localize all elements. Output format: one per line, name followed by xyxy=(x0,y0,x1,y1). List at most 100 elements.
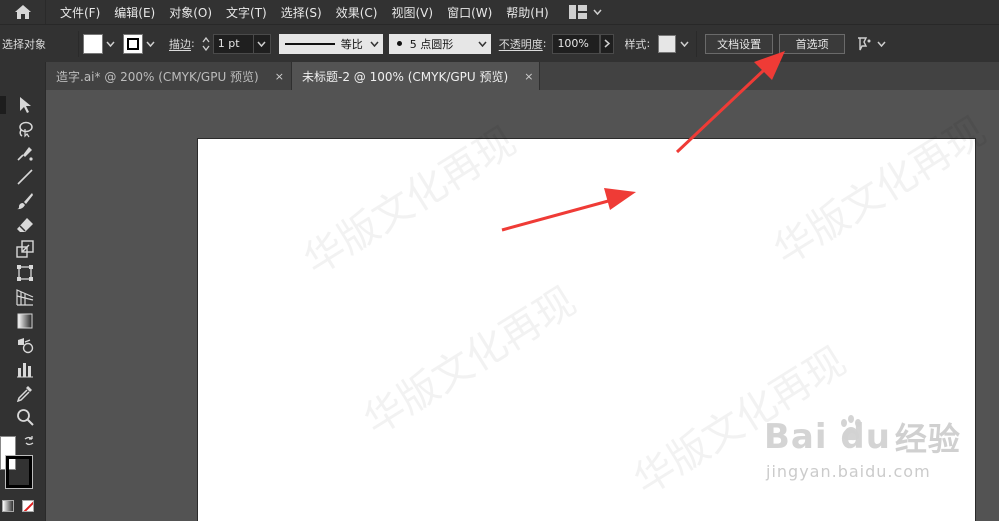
menu-edit[interactable]: 编辑(E) xyxy=(114,4,155,21)
free-transform-icon xyxy=(17,265,33,281)
brush-icon xyxy=(17,193,33,210)
brush-definition[interactable]: 5 点圆形 xyxy=(388,33,475,54)
tools-panel xyxy=(0,62,46,521)
menu-effect[interactable]: 效果(C) xyxy=(336,4,378,21)
menu-type[interactable]: 文字(T) xyxy=(226,4,267,21)
close-icon[interactable]: × xyxy=(275,70,284,83)
chevron-down-icon xyxy=(145,41,155,47)
stroke-dropdown[interactable] xyxy=(143,34,157,54)
opacity-field[interactable]: 100% xyxy=(552,33,601,54)
document-tabs: 造字.ai* @ 200% (CMYK/GPU 预览) × 未标题-2 @ 10… xyxy=(46,62,999,90)
gradient-tool[interactable] xyxy=(16,312,34,330)
faint-watermark-text: 华版文化再现 xyxy=(356,278,585,445)
chevron-down-icon xyxy=(877,41,886,47)
stroke-swatch[interactable] xyxy=(123,33,143,54)
preferences-button[interactable]: 首选项 xyxy=(779,33,846,54)
chevron-down-icon xyxy=(105,41,115,47)
tab-untitled-2[interactable]: 未标题-2 @ 100% (CMYK/GPU 预览) × xyxy=(292,62,540,90)
divider xyxy=(696,30,698,57)
free-transform-tool[interactable] xyxy=(16,264,34,282)
eraser-icon xyxy=(17,218,33,232)
stroke-weight-stepper[interactable] xyxy=(199,34,213,54)
tab-label: 未标题-2 @ 100% (CMYK/GPU 预览) xyxy=(302,69,509,84)
variable-width-profile[interactable]: 等比 xyxy=(278,33,367,54)
profile-dropdown[interactable] xyxy=(366,33,383,54)
stroke-label[interactable]: 描边 xyxy=(169,36,191,52)
tab-label: 造字.ai* @ 200% (CMYK/GPU 预览) xyxy=(56,69,259,84)
fill-dropdown[interactable] xyxy=(103,34,117,54)
eyedropper-icon xyxy=(16,386,32,402)
zoom-tool[interactable] xyxy=(16,408,34,426)
fill-swatch[interactable] xyxy=(83,33,103,54)
arrow-pointer-icon xyxy=(20,97,31,113)
paintbrush-tool[interactable] xyxy=(16,192,34,210)
faint-watermark-text: 华版文化再现 xyxy=(766,108,995,275)
none-swatch-button[interactable] xyxy=(22,500,34,512)
stroke-weight-field[interactable]: 1 pt xyxy=(212,33,253,54)
swap-fill-stroke-button[interactable] xyxy=(23,435,35,447)
faint-watermark-text: 华版文化再现 xyxy=(296,118,525,285)
graphic-style-swatch[interactable] xyxy=(658,34,677,53)
stroke-line-preview xyxy=(284,42,335,45)
stroke-weight-dropdown[interactable] xyxy=(252,33,271,54)
line-icon xyxy=(17,169,33,185)
style-label: 样式 xyxy=(624,37,647,51)
menu-help[interactable]: 帮助(H) xyxy=(506,4,548,21)
profile-label: 等比 xyxy=(340,37,363,51)
colon: : xyxy=(646,37,651,50)
chevron-right-icon xyxy=(604,39,611,48)
chevron-down-icon xyxy=(593,9,602,15)
baidu-logo-text: Bai du xyxy=(764,417,891,457)
baidu-jingyan-watermark: Bai du 经验 jingyan.baidu.com xyxy=(764,414,984,504)
brush-dropdown[interactable] xyxy=(474,33,491,54)
gradient-swatch-button[interactable] xyxy=(2,500,14,512)
shape-builder-icon xyxy=(18,338,34,354)
menu-bar: 文件(F) 编辑(E) 对象(O) 文字(T) 选择(S) 效果(C) 视图(V… xyxy=(0,0,999,24)
tab-zaozi-ai[interactable]: 造字.ai* @ 200% (CMYK/GPU 预览) × xyxy=(46,62,292,90)
gradient-icon xyxy=(17,313,33,329)
perspective-grid-icon xyxy=(16,289,34,306)
shape-builder-tool[interactable] xyxy=(16,336,34,354)
arrange-documents-button[interactable] xyxy=(855,36,886,52)
divider xyxy=(78,30,79,57)
control-bar: 选择对象 描边 : 1 pt 等比 5 点圆形 不透明度 : 100% 样式 :… xyxy=(0,24,999,62)
brush-dot-icon xyxy=(396,41,402,46)
colon: : xyxy=(542,37,547,50)
eyedropper-tool[interactable] xyxy=(16,384,34,402)
curvature-pen-icon xyxy=(17,147,33,161)
home-button[interactable] xyxy=(0,0,46,24)
zoom-icon xyxy=(17,409,34,426)
pin-icon xyxy=(858,36,871,50)
opacity-expand[interactable] xyxy=(600,33,615,54)
workspace-grid-icon xyxy=(568,5,587,19)
eraser-tool[interactable] xyxy=(16,216,34,234)
graphic-style-dropdown[interactable] xyxy=(676,34,692,54)
column-graph-tool[interactable] xyxy=(16,360,34,378)
line-segment-tool[interactable] xyxy=(16,168,34,186)
baidu-logo: Bai du 经验 xyxy=(764,414,984,460)
menu-object[interactable]: 对象(O) xyxy=(169,4,212,21)
stroke-indicator xyxy=(127,37,139,50)
scale-tool[interactable] xyxy=(16,240,34,258)
close-icon[interactable]: × xyxy=(524,70,533,83)
stroke-color-box[interactable] xyxy=(5,455,33,489)
stepper-arrows-icon xyxy=(202,36,210,51)
home-icon xyxy=(14,5,31,19)
paw-icon xyxy=(841,415,861,441)
menu-file[interactable]: 文件(F) xyxy=(60,4,100,21)
swap-arrow-icon xyxy=(24,436,34,446)
brush-label: 5 点圆形 xyxy=(409,37,454,51)
menu-select[interactable]: 选择(S) xyxy=(281,4,322,21)
direct-selection-tool[interactable] xyxy=(16,96,34,114)
colon: : xyxy=(191,37,195,50)
menu-view[interactable]: 视图(V) xyxy=(391,4,433,21)
menu-window[interactable]: 窗口(W) xyxy=(447,4,492,21)
baidu-logo-cn: 经验 xyxy=(894,420,961,458)
lasso-tool[interactable] xyxy=(16,120,34,138)
curvature-tool[interactable] xyxy=(16,144,34,162)
workspace-switcher[interactable] xyxy=(568,5,602,19)
selection-status: 选择对象 xyxy=(2,37,46,51)
perspective-grid-tool[interactable] xyxy=(16,288,34,306)
document-setup-button[interactable]: 文档设置 xyxy=(705,33,774,54)
opacity-label[interactable]: 不透明度 xyxy=(499,36,543,52)
